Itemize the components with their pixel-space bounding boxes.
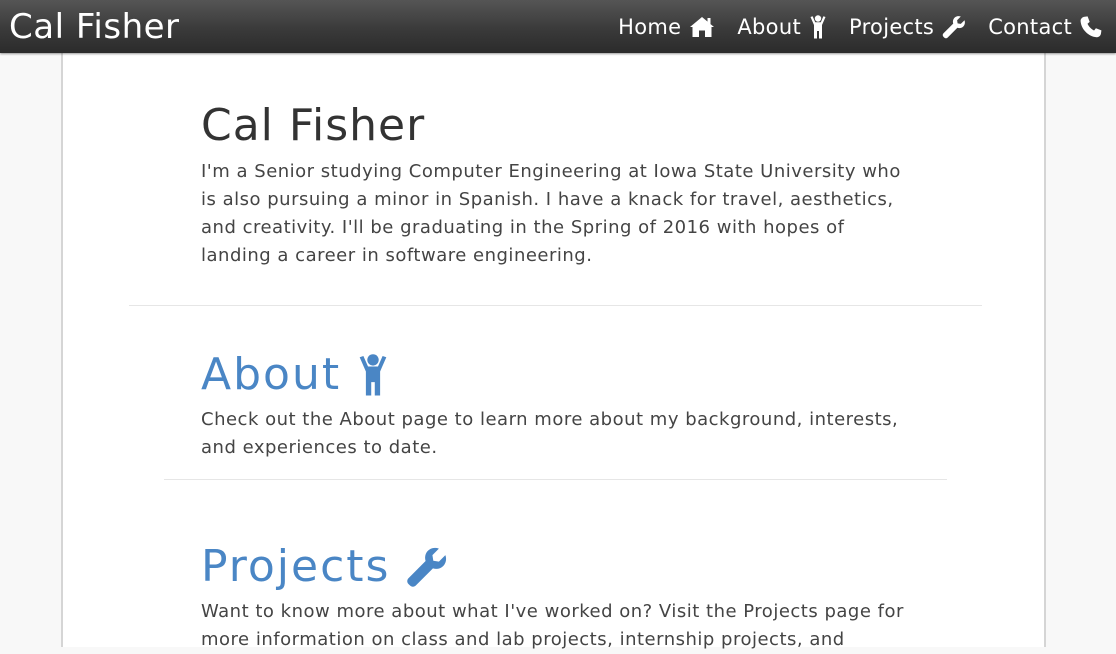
main-content: Cal Fisher I'm a Senior studying Compute… bbox=[61, 53, 1046, 650]
person-icon bbox=[809, 14, 827, 39]
nav-about-label: About bbox=[737, 14, 801, 39]
person-icon bbox=[357, 353, 389, 397]
phone-icon bbox=[1080, 15, 1102, 38]
nav-item-contact[interactable]: Contact bbox=[988, 15, 1102, 39]
section-divider bbox=[164, 479, 947, 480]
nav-item-projects[interactable]: Projects bbox=[849, 15, 966, 39]
nav-projects-label: Projects bbox=[848, 14, 935, 39]
page-title: Cal Fisher bbox=[201, 100, 426, 151]
projects-section-heading[interactable]: Projects bbox=[201, 540, 448, 594]
wrench-icon bbox=[942, 15, 966, 39]
about-section-heading[interactable]: About bbox=[201, 348, 389, 402]
navbar: Cal Fisher Home About Projects Contact bbox=[0, 0, 1116, 53]
about-text: Check out the About page to learn more a… bbox=[201, 409, 899, 458]
brand-title[interactable]: Cal Fisher bbox=[9, 7, 180, 47]
projects-heading-label: Projects bbox=[201, 541, 391, 592]
nav-home-label: Home bbox=[618, 14, 682, 39]
about-heading-label: About bbox=[201, 349, 342, 400]
wrench-icon bbox=[406, 546, 448, 588]
section-divider bbox=[129, 305, 982, 306]
nav-menu: Home About Projects Contact bbox=[596, 0, 1102, 53]
intro-text: I'm a Senior studying Computer Engineeri… bbox=[201, 161, 901, 266]
nav-item-about[interactable]: About bbox=[737, 15, 827, 39]
projects-text: Want to know more about what I've worked… bbox=[201, 601, 904, 650]
nav-contact-label: Contact bbox=[988, 14, 1072, 39]
nav-item-home[interactable]: Home bbox=[618, 15, 715, 39]
home-icon bbox=[689, 16, 715, 38]
